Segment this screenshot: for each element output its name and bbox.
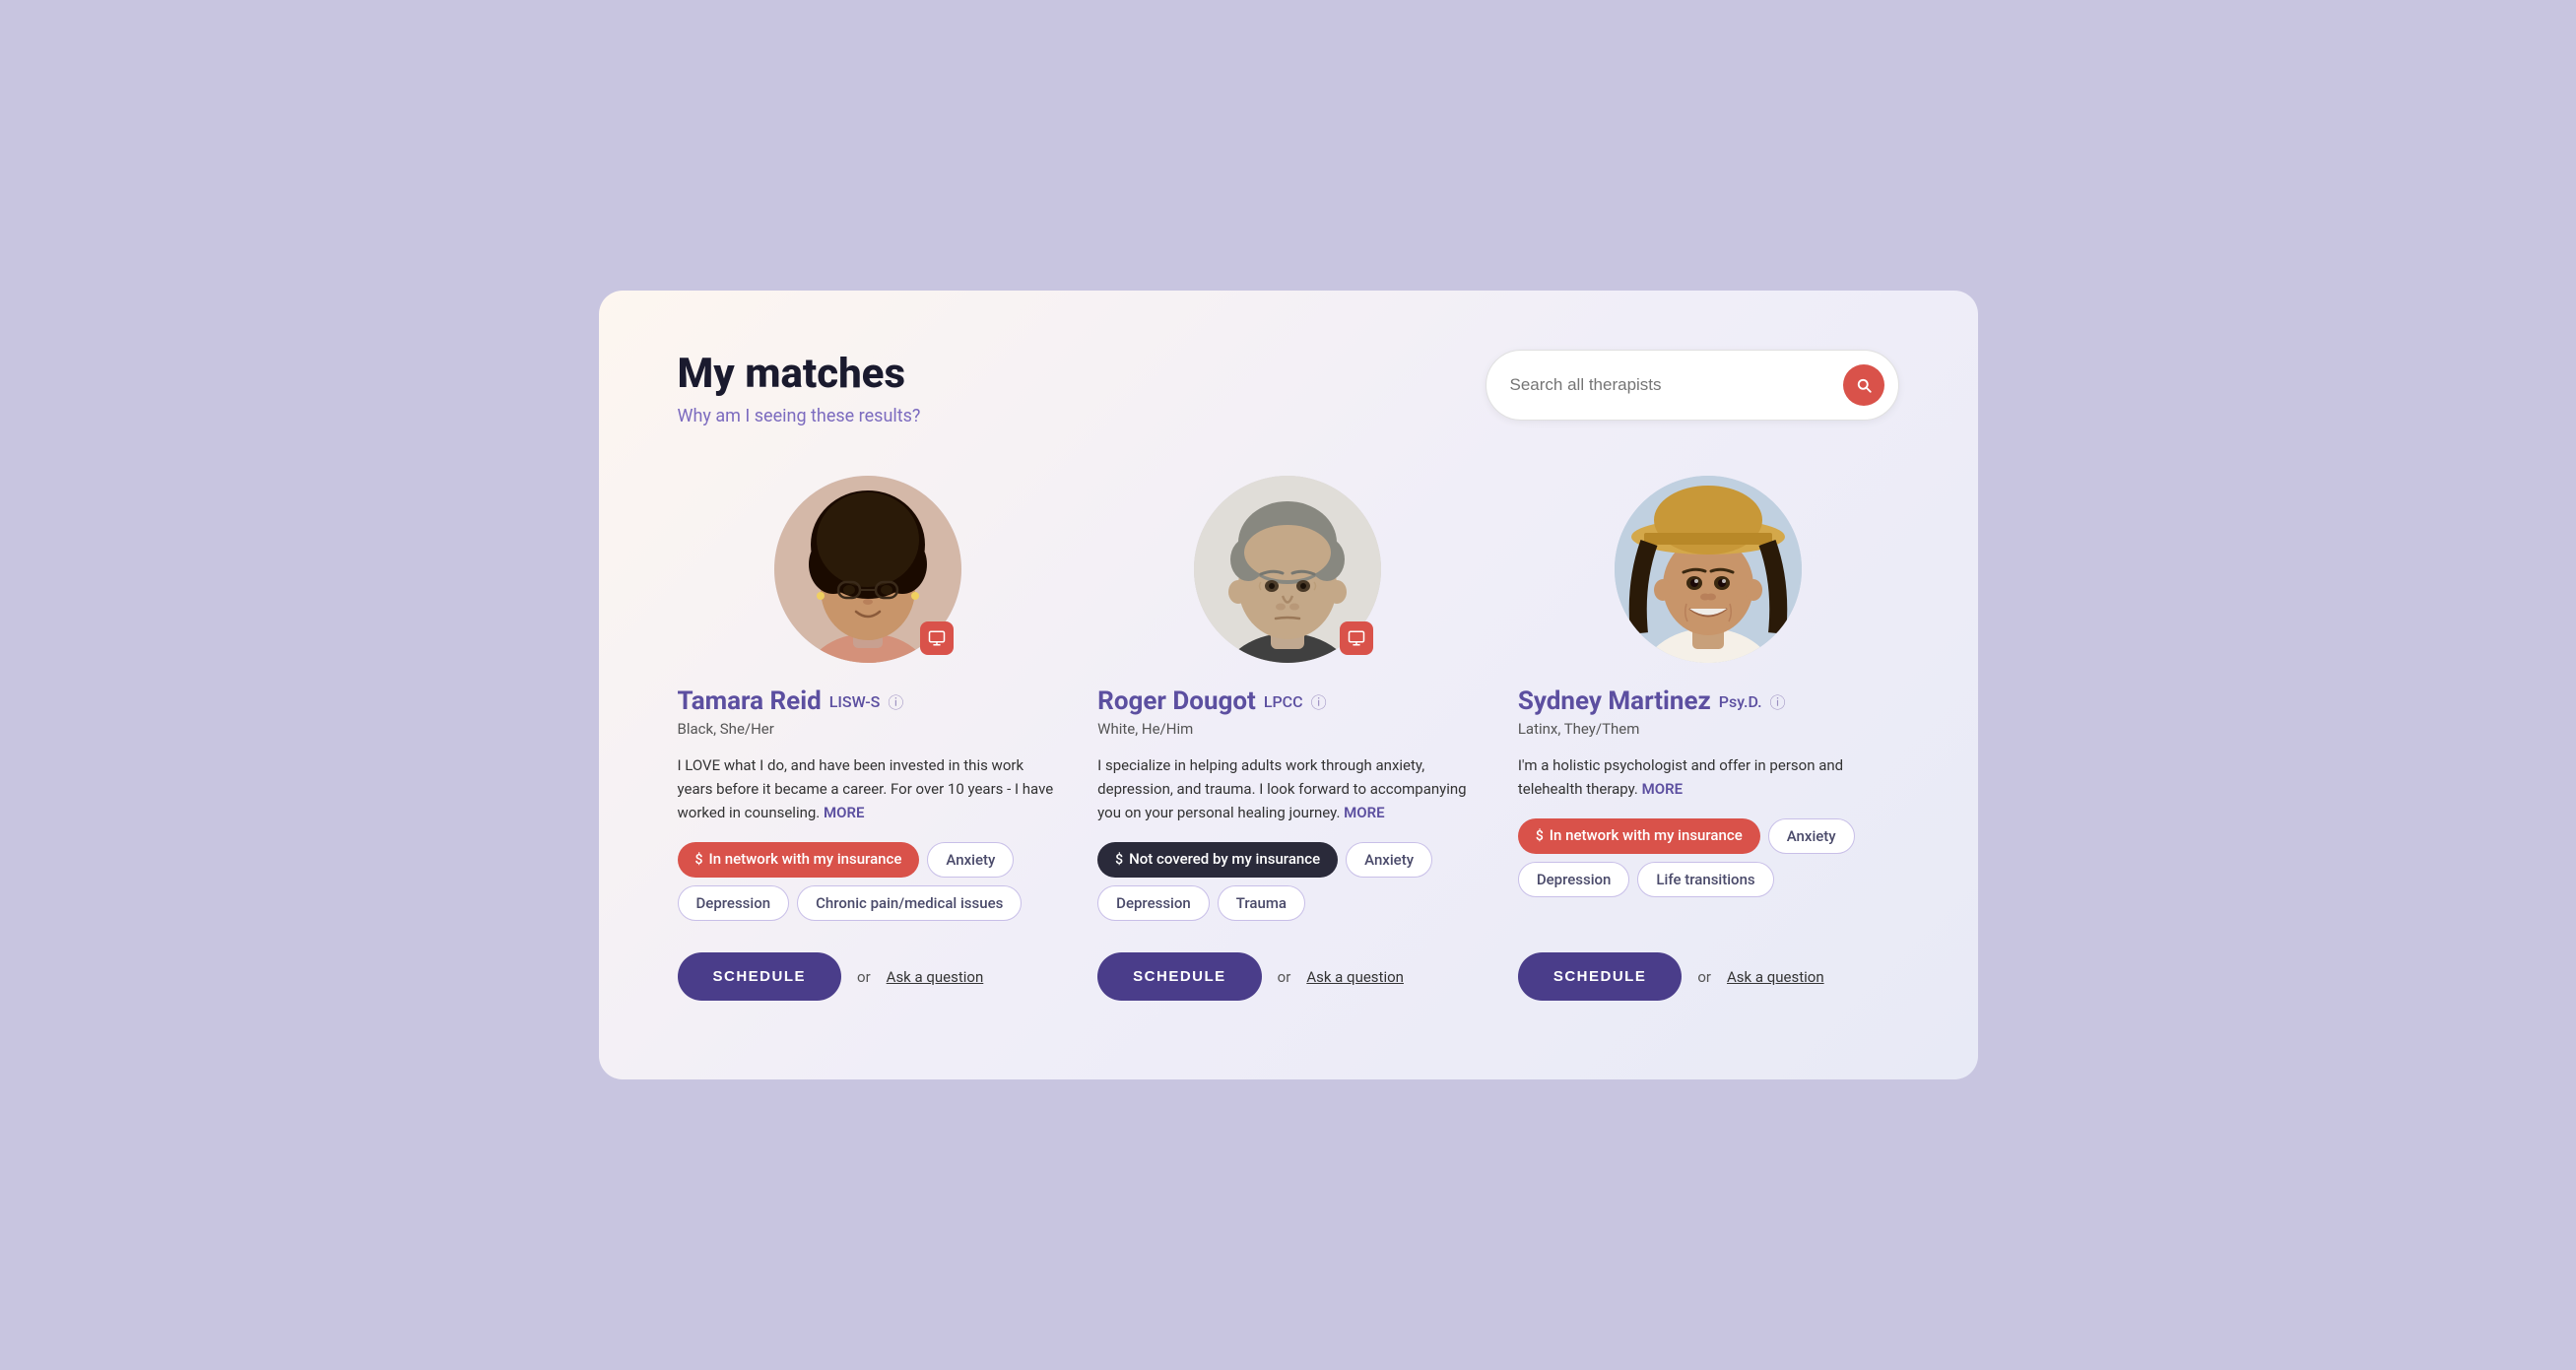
therapist-card-roger-dougot: Roger Dougot LPCC ⓘ White, He/Him I spec… — [1097, 476, 1479, 1001]
schedule-button-tamara[interactable]: SCHEDULE — [678, 952, 842, 1001]
avatar-container-sydney — [1615, 476, 1802, 663]
therapists-grid: Tamara Reid LISW-S ⓘ Black, She/Her I LO… — [678, 476, 1899, 1001]
page-title: My matches — [678, 350, 921, 398]
ask-question-tamara[interactable]: Ask a question — [887, 968, 984, 986]
tags-tamara: $In network with my insurance Anxiety De… — [678, 842, 1059, 921]
specialty-tag-depression-sydney: Depression — [1518, 862, 1630, 897]
bio-more-sydney[interactable]: MORE — [1642, 780, 1683, 798]
therapist-first-last-tamara: Tamara Reid — [678, 686, 822, 716]
card-footer-tamara: SCHEDULE or Ask a question — [678, 952, 984, 1001]
specialty-tag-transitions-sydney: Life transitions — [1637, 862, 1773, 897]
dollar-icon-sydney: $ — [1536, 828, 1544, 844]
specialty-tag-anxiety-sydney: Anxiety — [1768, 818, 1855, 854]
ask-question-roger[interactable]: Ask a question — [1306, 968, 1404, 986]
video-badge-roger — [1340, 621, 1373, 655]
or-text-tamara: or — [857, 968, 871, 986]
therapist-bio-roger: I specialize in helping adults work thro… — [1097, 753, 1479, 824]
insurance-tag-roger: $Not covered by my insurance — [1097, 842, 1338, 878]
therapist-name-tamara: Tamara Reid LISW-S ⓘ — [678, 686, 904, 716]
specialty-tag-chronic-tamara: Chronic pain/medical issues — [797, 885, 1022, 921]
therapist-card-sydney-martinez: Sydney Martinez Psy.D. ⓘ Latinx, They/Th… — [1518, 476, 1899, 1001]
therapist-bio-sydney: I'm a holistic psychologist and offer in… — [1518, 753, 1899, 801]
insurance-tag-sydney: $In network with my insurance — [1518, 818, 1760, 854]
or-text-sydney: or — [1697, 968, 1711, 986]
insurance-tag-tamara: $In network with my insurance — [678, 842, 920, 878]
therapist-credential-sydney: Psy.D. — [1719, 692, 1762, 711]
specialty-tag-anxiety-tamara: Anxiety — [927, 842, 1014, 878]
therapist-bio-tamara: I LOVE what I do, and have been invested… — [678, 753, 1059, 824]
search-bar — [1486, 350, 1899, 421]
dollar-icon-roger: $ — [1115, 852, 1123, 868]
therapist-first-last-sydney: Sydney Martinez — [1518, 686, 1711, 716]
video-badge-tamara — [920, 621, 954, 655]
info-icon-sydney[interactable]: ⓘ — [1770, 689, 1786, 713]
info-icon-roger[interactable]: ⓘ — [1311, 689, 1327, 713]
specialty-tag-depression-tamara: Depression — [678, 885, 790, 921]
card-footer-sydney: SCHEDULE or Ask a question — [1518, 952, 1824, 1001]
specialty-tag-trauma-roger: Trauma — [1218, 885, 1305, 921]
tags-sydney: $In network with my insurance Anxiety De… — [1518, 818, 1899, 897]
tags-roger: $Not covered by my insurance Anxiety Dep… — [1097, 842, 1479, 921]
dollar-icon-tamara: $ — [695, 852, 703, 868]
therapist-name-sydney: Sydney Martinez Psy.D. ⓘ — [1518, 686, 1786, 716]
header-left: My matches Why am I seeing these results… — [678, 350, 921, 426]
therapist-credential-tamara: LISW-S — [829, 692, 881, 711]
main-card: My matches Why am I seeing these results… — [599, 291, 1978, 1079]
search-input[interactable] — [1510, 375, 1843, 395]
card-footer-roger: SCHEDULE or Ask a question — [1097, 952, 1404, 1001]
avatar-sydney — [1615, 476, 1802, 663]
page-header: My matches Why am I seeing these results… — [678, 350, 1899, 426]
therapist-demo-sydney: Latinx, They/Them — [1518, 720, 1640, 738]
schedule-button-sydney[interactable]: SCHEDULE — [1518, 952, 1683, 1001]
info-icon-tamara[interactable]: ⓘ — [888, 689, 903, 713]
avatar-container-roger — [1194, 476, 1381, 663]
therapist-card-tamara-reid: Tamara Reid LISW-S ⓘ Black, She/Her I LO… — [678, 476, 1059, 1001]
avatar-container-tamara — [774, 476, 961, 663]
specialty-tag-anxiety-roger: Anxiety — [1346, 842, 1432, 878]
therapist-first-last-roger: Roger Dougot — [1097, 686, 1256, 716]
or-text-roger: or — [1278, 968, 1291, 986]
monitor-icon — [928, 629, 946, 647]
therapist-credential-roger: LPCC — [1264, 692, 1303, 711]
monitor-icon-roger — [1348, 629, 1365, 647]
search-icon — [1855, 376, 1873, 394]
therapist-demo-tamara: Black, She/Her — [678, 720, 774, 738]
why-results-link[interactable]: Why am I seeing these results? — [678, 406, 921, 426]
specialty-tag-depression-roger: Depression — [1097, 885, 1210, 921]
bio-more-roger[interactable]: MORE — [1344, 804, 1384, 821]
therapist-name-roger: Roger Dougot LPCC ⓘ — [1097, 686, 1326, 716]
schedule-button-roger[interactable]: SCHEDULE — [1097, 952, 1262, 1001]
therapist-demo-roger: White, He/Him — [1097, 720, 1193, 738]
bio-more-tamara[interactable]: MORE — [824, 804, 864, 821]
search-button[interactable] — [1843, 364, 1884, 406]
ask-question-sydney[interactable]: Ask a question — [1727, 968, 1824, 986]
